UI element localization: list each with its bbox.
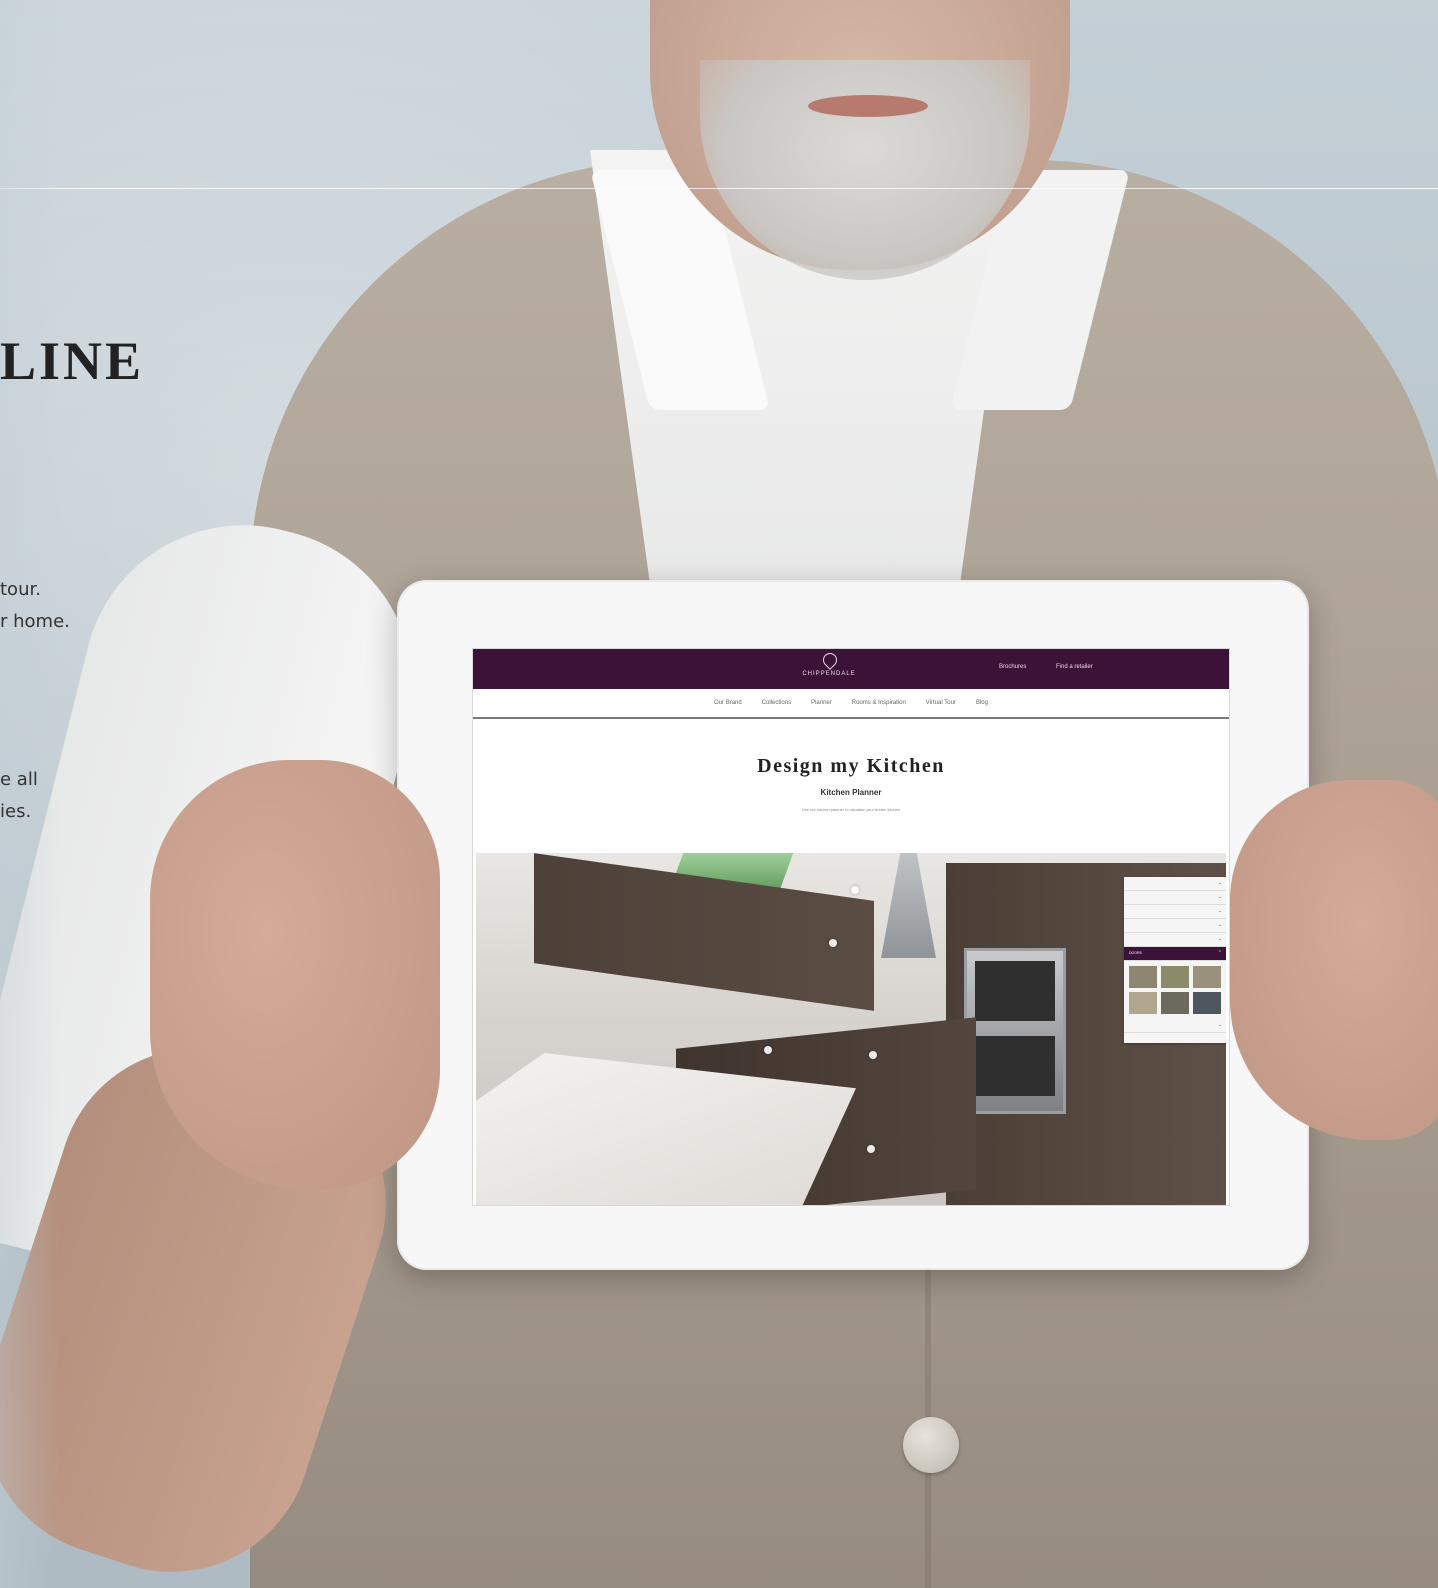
chevron-up-icon: ⌃ [1217,950,1222,956]
panel-row[interactable]: ⌄ [1124,891,1226,905]
nav-item-planner[interactable]: Planner [811,700,832,706]
colour-swatch[interactable] [1161,992,1189,1014]
planner-hotspot[interactable] [869,1051,877,1059]
paragraph-line: r home. [0,611,70,632]
kitchen-planner-view[interactable]: ⌄ ⌄ ⌄ ⌄ ⌄ DOORS ⌃ ⌄ [476,853,1226,1205]
colour-swatch[interactable] [1129,966,1157,988]
nav-item-our-brand[interactable]: Our Brand [714,700,742,706]
colour-swatch[interactable] [1161,966,1189,988]
chevron-down-icon: ⌄ [1217,922,1222,928]
colour-swatch[interactable] [1193,966,1221,988]
colour-swatch[interactable] [1193,992,1221,1014]
panel-row-label: DOORS [1129,951,1142,955]
paragraph-line: ies. [0,801,32,822]
nav-item-virtual-tour[interactable]: Virtual Tour [926,700,956,706]
nav-item-collections[interactable]: Collections [762,700,791,706]
paragraph-line: tour. [0,579,41,600]
wall-cabinets [534,853,874,1011]
brand-logo-icon[interactable] [820,650,840,670]
panel-row[interactable]: ⌄ [1124,919,1226,933]
paragraph-line: e all [0,769,38,790]
panel-row[interactable]: ⌄ [1124,877,1226,891]
planner-hotspot[interactable] [829,939,837,947]
panel-row[interactable]: ⌄ [1124,905,1226,919]
colour-swatch[interactable] [1129,992,1157,1014]
brand-name[interactable]: CHIPPENDALE [798,671,860,677]
oven-door-upper [975,961,1055,1021]
planner-hotspot[interactable] [764,1046,772,1054]
photo-scene: LINE tour. r home. e all ies. CHIPPENDAL… [0,0,1438,1588]
nav-item-blog[interactable]: Blog [976,700,988,706]
colour-swatches [1124,961,1226,1019]
second-paragraph: e all ies. [0,764,38,828]
planner-hotspot[interactable] [867,1145,875,1153]
oven-door-lower [975,1036,1055,1096]
chevron-down-icon: ⌄ [1217,894,1222,900]
site-header: CHIPPENDALE Brochures Find a retailer [473,649,1229,689]
chevron-down-icon: ⌄ [1217,880,1222,886]
panel-row[interactable]: ⌄ [1124,1019,1226,1033]
extractor-hood [881,853,936,958]
divider-line [0,188,1438,189]
chevron-down-icon: ⌄ [1217,908,1222,914]
chevron-down-icon: ⌄ [1217,936,1222,942]
site-page-description: Use our kitchen planner to visualise you… [801,807,901,812]
planner-hotspot[interactable] [851,886,859,894]
site-page-title: Design my Kitchen [757,755,945,777]
panel-row-active[interactable]: DOORS ⌃ [1124,947,1226,961]
tablet-screen: CHIPPENDALE Brochures Find a retailer Ou… [472,648,1230,1206]
person-lips [808,95,928,117]
site-nav: Our Brand Collections Planner Rooms & In… [473,689,1229,719]
tablet-device: CHIPPENDALE Brochures Find a retailer Ou… [397,580,1309,1270]
chevron-down-icon: ⌄ [1217,1022,1222,1028]
header-link-find-retailer[interactable]: Find a retailer [1056,664,1093,670]
person-hand-right [1230,780,1438,1140]
planner-options-panel: ⌄ ⌄ ⌄ ⌄ ⌄ DOORS ⌃ ⌄ [1124,877,1226,1043]
intro-paragraph: tour. r home. [0,574,70,638]
cardigan-button [903,1417,959,1473]
built-in-ovens [964,948,1066,1114]
site-page-subtitle: Kitchen Planner [820,788,882,797]
page-heading: LINE [0,331,145,391]
panel-row[interactable]: ⌄ [1124,933,1226,947]
nav-item-rooms-inspiration[interactable]: Rooms & Inspiration [852,700,906,706]
person-hand-left [150,760,440,1190]
header-link-brochures[interactable]: Brochures [999,664,1026,670]
